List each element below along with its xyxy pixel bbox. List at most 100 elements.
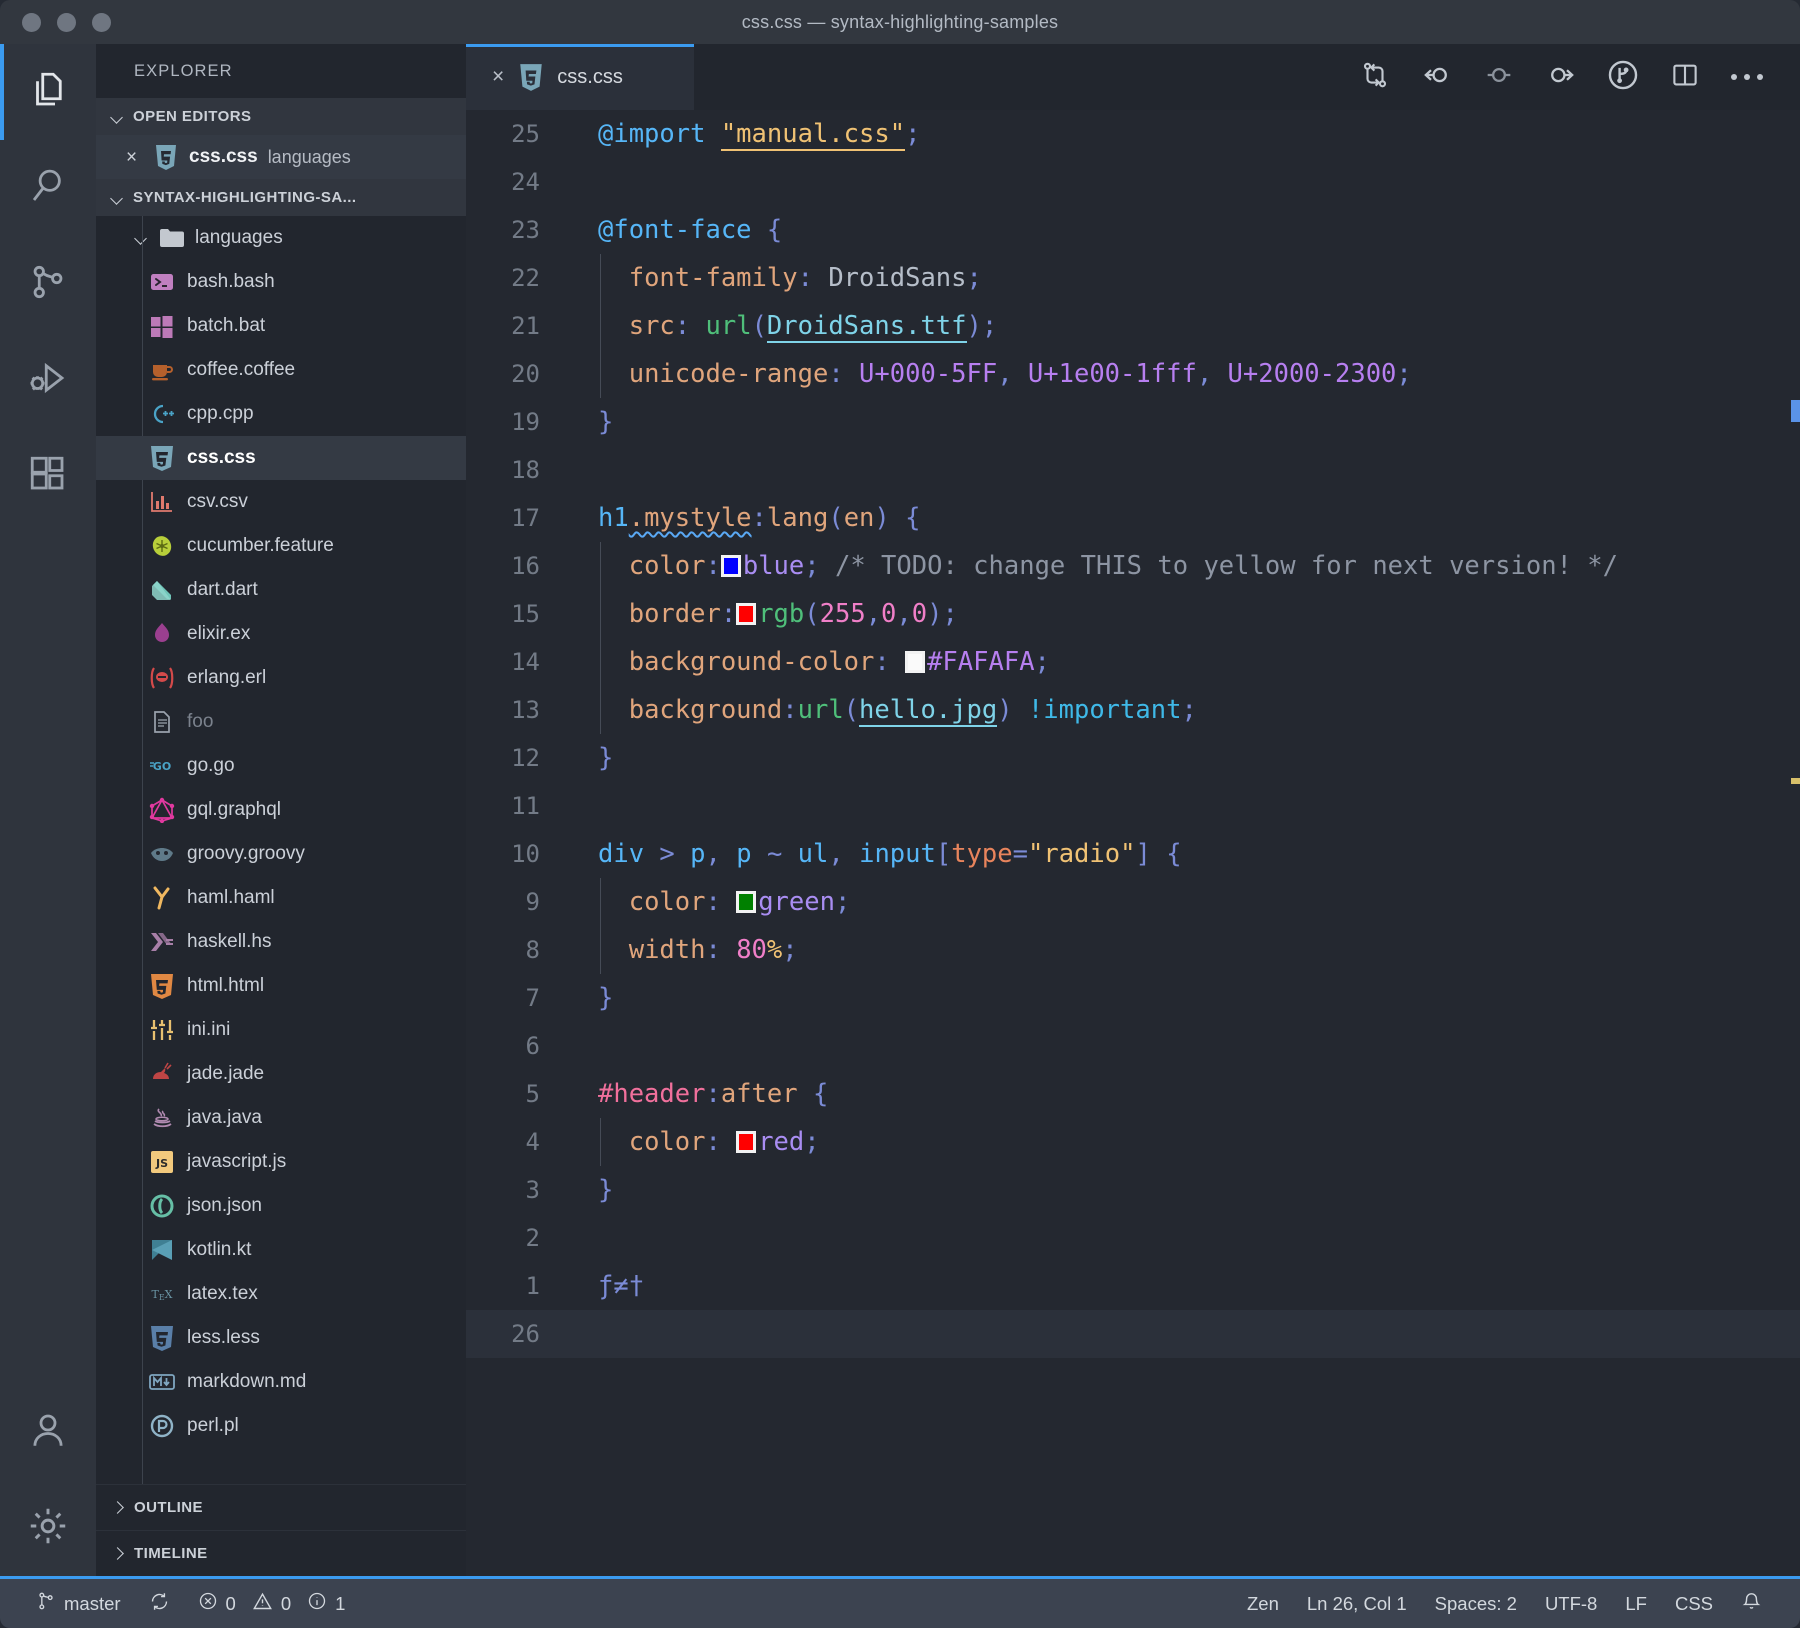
color-swatch[interactable] <box>736 891 757 913</box>
code-line[interactable]: 6 <box>466 1022 1800 1070</box>
tree-file-batch-bat[interactable]: batch.bat <box>96 304 466 348</box>
tree-file-less-less[interactable]: less.less <box>96 1316 466 1360</box>
status-notifications[interactable] <box>1727 1591 1776 1617</box>
code-line[interactable]: 15 border: rgb(255,0,0); <box>466 590 1800 638</box>
tree-file-cpp-cpp[interactable]: cpp.cpp <box>96 392 466 436</box>
code-line[interactable]: 21 src: url(DroidSans.ttf); <box>466 302 1800 350</box>
previous-change-button[interactable] <box>1406 46 1468 108</box>
tree-file-json-json[interactable]: json.json <box>96 1184 466 1228</box>
section-workspace[interactable]: SYNTAX-HIGHLIGHTING-SA... <box>96 179 466 216</box>
tree-file-haskell-hs[interactable]: haskell.hs <box>96 920 466 964</box>
activity-item-explorer[interactable] <box>0 44 96 140</box>
tree-file-html-html[interactable]: html.html <box>96 964 466 1008</box>
color-swatch[interactable] <box>905 651 926 673</box>
code-line[interactable]: 3} <box>466 1166 1800 1214</box>
code-line[interactable]: 17 h1.mystyle:lang(en) { <box>466 494 1800 542</box>
status-language[interactable]: CSS <box>1661 1593 1727 1615</box>
code-line[interactable]: 22 font-family: DroidSans; <box>466 254 1800 302</box>
code-line[interactable]: 23 @font-face { <box>466 206 1800 254</box>
code-line[interactable]: 2 <box>466 1214 1800 1262</box>
compare-changes-button[interactable] <box>1344 46 1406 108</box>
more-actions-button[interactable] <box>1716 46 1778 108</box>
code-line[interactable]: 11 <box>466 782 1800 830</box>
tree-file-csv-csv[interactable]: csv.csv <box>96 480 466 524</box>
split-editor-button[interactable] <box>1654 46 1716 108</box>
section-open-editors[interactable]: OPEN EDITORS <box>96 98 466 135</box>
git-graph-button[interactable] <box>1592 46 1654 108</box>
tree-file-elixir-ex[interactable]: elixir.ex <box>96 612 466 656</box>
tree-file-java-java[interactable]: java.java <box>96 1096 466 1140</box>
code-line[interactable]: 9 color: green; <box>466 878 1800 926</box>
tree-file-erlang-erl[interactable]: erlang.erl <box>96 656 466 700</box>
status-sync[interactable] <box>135 1591 184 1617</box>
chevron-down-icon <box>110 110 124 124</box>
account-icon <box>27 1409 69 1456</box>
section-timeline[interactable]: TIMELINE <box>96 1530 466 1576</box>
line-number: 6 <box>525 1032 540 1060</box>
tree-file-bash-bash[interactable]: bash.bash <box>96 260 466 304</box>
code-line[interactable]: 20 unicode-range: U+000-5FF, U+1e00-1fff… <box>466 350 1800 398</box>
tree-file-haml-haml[interactable]: haml.haml <box>96 876 466 920</box>
tree-file-markdown-md[interactable]: markdown.md <box>96 1360 466 1404</box>
close-icon[interactable]: × <box>126 148 142 167</box>
activity-item-source-control[interactable] <box>0 236 96 332</box>
activity-item-accounts[interactable] <box>0 1384 96 1480</box>
current-change-button[interactable] <box>1468 46 1530 108</box>
code-line[interactable]: 19} <box>466 398 1800 446</box>
activity-item-search[interactable] <box>0 140 96 236</box>
tree-file-perl-pl[interactable]: perl.pl <box>96 1404 466 1448</box>
status-branch[interactable]: master <box>22 1590 135 1617</box>
code-line[interactable]: 18 <box>466 446 1800 494</box>
code-line[interactable]: 1 ƒ≠† <box>466 1262 1800 1310</box>
tree-file-foo[interactable]: foo <box>96 700 466 744</box>
status-zen[interactable]: Zen <box>1233 1593 1293 1615</box>
activity-item-settings[interactable] <box>0 1480 96 1576</box>
tree-folder-languages[interactable]: languages <box>96 216 466 260</box>
tree-file-dart-dart[interactable]: dart.dart <box>96 568 466 612</box>
tree-file-css-css[interactable]: css.css <box>96 436 466 480</box>
color-swatch[interactable] <box>736 603 757 625</box>
tab-label: css.css <box>557 65 623 88</box>
activity-item-extensions[interactable] <box>0 428 96 524</box>
code-line[interactable]: 10 div > p, p ~ ul, input[type="radio"] { <box>466 830 1800 878</box>
color-swatch[interactable] <box>736 1131 757 1153</box>
code-line[interactable]: 12} <box>466 734 1800 782</box>
open-editor-item-css[interactable]: × css.css languages <box>96 135 466 179</box>
tree-file-gql-graphql[interactable]: gql.graphql <box>96 788 466 832</box>
code-line[interactable]: 4 color: red; <box>466 1118 1800 1166</box>
status-cursor-position[interactable]: Ln 26, Col 1 <box>1293 1593 1421 1615</box>
code-editor[interactable]: 25 @import "manual.css"; 24 23 @font-face {2… <box>466 110 1800 1576</box>
status-problems[interactable]: 0 0 1 <box>184 1591 360 1617</box>
code-line[interactable]: 26 <box>466 1310 1800 1358</box>
tree-file-groovy-groovy[interactable]: groovy.groovy <box>96 832 466 876</box>
tree-file-jade-jade[interactable]: jade.jade <box>96 1052 466 1096</box>
status-indentation[interactable]: Spaces: 2 <box>1421 1593 1531 1615</box>
tree-file-javascript-js[interactable]: JS javascript.js <box>96 1140 466 1184</box>
next-change-button[interactable] <box>1530 46 1592 108</box>
line-number: 22 <box>511 264 540 292</box>
close-icon[interactable]: × <box>492 65 504 89</box>
code-line[interactable]: 25 @import "manual.css"; <box>466 110 1800 158</box>
tree-file-go-go[interactable]: GO go.go <box>96 744 466 788</box>
code-line[interactable]: 13 background:url(hello.jpg) !important; <box>466 686 1800 734</box>
code-line[interactable]: 24 <box>466 158 1800 206</box>
line-number: 3 <box>525 1176 540 1204</box>
tree-file-kotlin-kt[interactable]: kotlin.kt <box>96 1228 466 1272</box>
status-encoding[interactable]: UTF-8 <box>1531 1593 1611 1615</box>
section-outline[interactable]: OUTLINE <box>96 1484 466 1530</box>
code-line[interactable]: 16 color: blue; /* TODO: change THIS to y… <box>466 542 1800 590</box>
tree-file-latex-tex[interactable]: TEX latex.tex <box>96 1272 466 1316</box>
code-line[interactable]: 8 width: 80%; <box>466 926 1800 974</box>
code-line[interactable]: 7} <box>466 974 1800 1022</box>
indent-guide <box>600 350 601 398</box>
code-line[interactable]: 5 #header:after { <box>466 1070 1800 1118</box>
code-line[interactable]: 14 background-color: #FAFAFA; <box>466 638 1800 686</box>
status-eol[interactable]: LF <box>1611 1593 1661 1615</box>
line-number: 25 <box>511 120 540 148</box>
tree-file-coffee-coffee[interactable]: coffee.coffee <box>96 348 466 392</box>
color-swatch[interactable] <box>720 555 741 577</box>
tab-css-css[interactable]: × css.css <box>466 44 694 110</box>
tree-file-ini-ini[interactable]: ini.ini <box>96 1008 466 1052</box>
activity-item-run-debug[interactable] <box>0 332 96 428</box>
tree-file-cucumber-feature[interactable]: cucumber.feature <box>96 524 466 568</box>
